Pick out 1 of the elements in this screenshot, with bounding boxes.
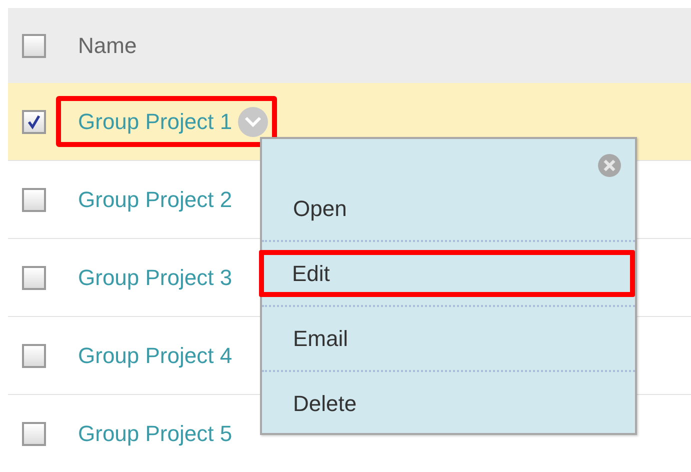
column-header: Name [78,32,137,60]
